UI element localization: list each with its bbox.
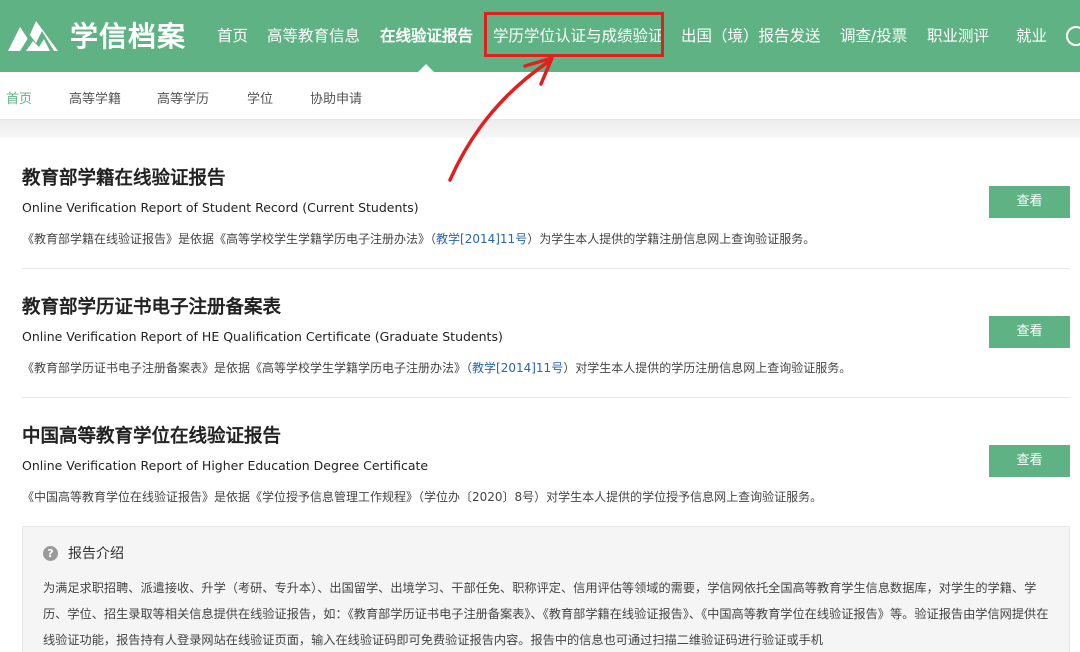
desc-text: ）为学生本人提供的学籍注册信息网上查询验证服务。	[527, 232, 816, 246]
divider	[22, 268, 1070, 269]
report-intro-box: ? 报告介绍 为满足求职招聘、派遣接收、升学（考研、专升本）、出国留学、出境学习…	[22, 526, 1070, 652]
site-logo[interactable]: 学信档案	[6, 14, 186, 56]
desc-text: 《中国高等教育学位在线验证报告》是依据《学位授予信息管理工作规程》（学位办〔20…	[22, 490, 823, 504]
subnav-assist-apply[interactable]: 协助申请	[310, 88, 362, 107]
desc-text: 《教育部学历证书电子注册备案表》是依据《高等学校学生学籍学历电子注册办法》（	[22, 361, 473, 375]
report-subtitle: Online Verification Report of Student Re…	[22, 200, 419, 215]
nav-home[interactable]: 首页	[217, 24, 248, 46]
divider	[22, 397, 1070, 398]
report-subtitle: Online Verification Report of Higher Edu…	[22, 458, 429, 473]
intro-title: 报告介绍	[68, 546, 124, 562]
highlight-annotation-box	[484, 12, 664, 57]
logo-text: 学信档案	[70, 20, 187, 53]
desc-text: 《教育部学籍在线验证报告》是依据《高等学校学生学籍学历电子注册办法》（	[22, 232, 437, 246]
desc-text: ）对学生本人提供的学历注册信息网上查询验证服务。	[563, 361, 852, 375]
intro-text: 为满足求职招聘、派遣接收、升学（考研、专升本）、出国留学、出境学习、干部任免、职…	[43, 581, 1049, 647]
nav-survey-vote[interactable]: 调查/投票	[840, 24, 907, 46]
report-card-qualification: 教育部学历证书电子注册备案表 Online Verification Repor…	[22, 293, 1070, 376]
nav-career-assessment[interactable]: 职业测评	[927, 24, 989, 46]
logo-icon	[8, 21, 58, 51]
view-button-degree[interactable]: 查看	[989, 445, 1070, 477]
regulation-link[interactable]: 教学[2014]11号	[472, 361, 563, 375]
subnav-home[interactable]: 首页	[6, 88, 32, 107]
report-title: 中国高等教育学位在线验证报告	[22, 426, 282, 447]
report-description: 《教育部学历证书电子注册备案表》是依据《高等学校学生学籍学历电子注册办法》（教学…	[22, 359, 1070, 376]
active-nav-caret	[418, 64, 434, 72]
user-icon[interactable]	[1066, 26, 1080, 46]
view-button-student-record[interactable]: 查看	[989, 186, 1070, 218]
report-description: 《教育部学籍在线验证报告》是依据《高等学校学生学籍学历电子注册办法》（教学[20…	[22, 230, 1070, 247]
regulation-link[interactable]: 教学[2014]11号	[436, 232, 527, 246]
report-title: 教育部学籍在线验证报告	[22, 168, 226, 189]
report-description: 《中国高等教育学位在线验证报告》是依据《学位授予信息管理工作规程》（学位办〔20…	[22, 488, 1070, 505]
view-button-qualification[interactable]: 查看	[989, 316, 1070, 348]
intro-header: ? 报告介绍	[43, 543, 124, 563]
section-band	[0, 120, 1080, 138]
subnav-qualification[interactable]: 高等学历	[157, 88, 209, 107]
report-subtitle: Online Verification Report of HE Qualifi…	[22, 329, 503, 344]
nav-higher-education-info[interactable]: 高等教育信息	[267, 24, 360, 46]
nav-online-verification-report[interactable]: 在线验证报告	[380, 24, 473, 46]
report-card-degree: 中国高等教育学位在线验证报告 Online Verification Repor…	[22, 422, 1070, 505]
nav-overseas-report-delivery[interactable]: 出国（境）报告发送	[681, 24, 821, 46]
nav-employment[interactable]: 就业	[1016, 24, 1047, 46]
question-icon: ?	[43, 545, 58, 561]
report-title: 教育部学历证书电子注册备案表	[22, 297, 282, 318]
report-card-student-record: 教育部学籍在线验证报告 Online Verification Report o…	[22, 164, 1070, 247]
subnav-degree[interactable]: 学位	[247, 88, 273, 107]
sub-nav-bar: 首页 高等学籍 高等学历 学位 协助申请	[0, 72, 1080, 120]
subnav-student-record[interactable]: 高等学籍	[69, 88, 121, 107]
